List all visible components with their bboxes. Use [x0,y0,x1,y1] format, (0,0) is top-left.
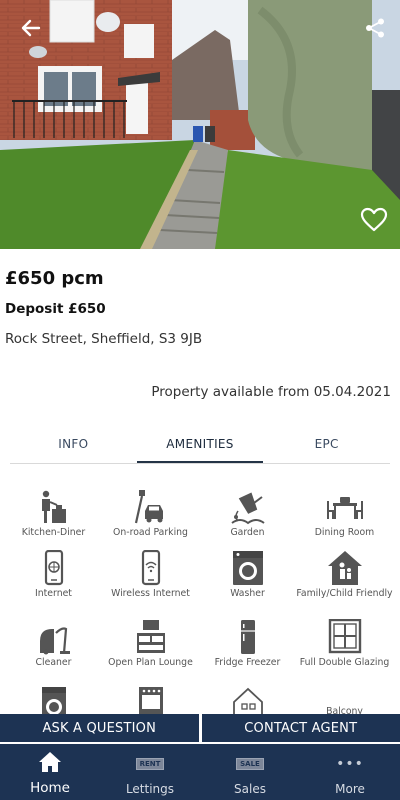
house-icon [232,687,263,714]
amenity-label: On-road Parking [113,527,188,538]
dining-table-icon [326,497,363,519]
lounge-icon [136,620,165,653]
dryer-icon [41,687,66,714]
sale-sign-text: SALE [236,758,264,770]
amenity-label: Dining Room [314,527,375,538]
amenity-open-plan-lounge: Open Plan Lounge [102,619,199,669]
back-button[interactable] [14,11,48,45]
amenity-garden: Garden [199,489,296,539]
rent-sign-text: RENT [135,758,165,770]
kitchen-diner-icon [41,490,66,523]
nav-more[interactable]: ••• More [300,744,400,800]
amenity-label: Kitchen-Diner [21,527,86,538]
amenity-label: Fridge Freezer [214,657,281,668]
amenity-label: Balcony [326,706,363,714]
amenity-label: Internet [35,588,72,599]
amenity-fridge-freezer: Fridge Freezer [199,619,296,669]
nav-label: Sales [234,782,266,796]
amenity-label: Family/Child Friendly [296,588,393,599]
amenity-wireless-internet: Wireless Internet [102,550,199,600]
property-photo-scene [0,0,400,249]
washer-icon [232,551,263,585]
amenity-label: Full Double Glazing [299,657,390,668]
nav-label: Lettings [125,782,175,796]
amenity-washer: Washer [199,550,296,600]
contact-agent-button[interactable]: CONTACT AGENT [201,714,400,742]
oven-icon [138,687,163,714]
home-icon [39,752,61,772]
arrow-left-icon [21,19,41,37]
fridge-icon [240,620,255,654]
nav-lettings[interactable]: RENT Lettings [100,744,200,800]
listing-address: Rock Street, Sheffield, S3 9JB [5,331,203,347]
availability-date: Property available from 05.04.2021 [151,384,391,400]
property-photo[interactable] [0,0,400,249]
nav-label: Home [30,780,70,796]
amenity-cleaner: Cleaner [5,619,102,669]
vacuum-icon [39,627,70,655]
ask-question-button[interactable]: ASK A QUESTION [0,714,199,742]
nav-label: More [335,782,365,796]
share-button[interactable] [358,11,392,45]
amenity-dryer [5,686,102,714]
internet-icon [44,550,63,586]
amenity-label: Wireless Internet [111,588,190,599]
action-bar: ASK A QUESTION CONTACT AGENT [0,714,400,742]
amenity-dining-room: Dining Room [296,489,393,539]
parking-icon [134,490,163,524]
amenity-label: Open Plan Lounge [108,657,193,668]
sale-sign-icon: SALE [236,751,264,777]
amenity-on-road-parking: On-road Parking [102,489,199,539]
amenity-label: Cleaner [35,657,72,668]
amenity-oven [102,686,199,714]
amenity-double-glazing: Full Double Glazing [296,619,393,669]
nav-sales[interactable]: SALE Sales [200,744,300,800]
listing-price: £650 pcm [5,268,104,289]
amenity-house [199,686,296,714]
details-tabs: INFO AMENITIES EPC [10,426,390,464]
family-icon [327,551,362,585]
rent-sign-icon: RENT [135,751,165,777]
heart-outline-icon [360,207,388,232]
tab-amenities[interactable]: AMENITIES [136,426,264,463]
favourite-button[interactable] [357,203,391,237]
more-dots-icon: ••• [336,751,364,777]
listing-deposit: Deposit £650 [5,301,106,317]
wifi-phone-icon [141,550,160,586]
more-dots: ••• [336,756,364,772]
share-icon [366,18,384,38]
garden-icon [230,492,265,525]
amenity-balcony: Balcony [296,686,393,714]
tab-info[interactable]: INFO [10,426,137,463]
bottom-nav: Home RENT Lettings SALE Sales ••• More [0,744,400,800]
nav-home[interactable]: Home [0,744,100,800]
tab-epc[interactable]: EPC [263,426,390,463]
amenity-label: Garden [230,527,265,538]
amenity-kitchen-diner: Kitchen-Diner [5,489,102,539]
amenity-label: Washer [230,588,265,599]
amenity-internet: Internet [5,550,102,600]
window-icon [328,619,361,654]
amenities-grid: Kitchen-Diner On-road Parking Garden Din… [5,489,395,714]
amenity-family-friendly: Family/Child Friendly [296,550,393,600]
